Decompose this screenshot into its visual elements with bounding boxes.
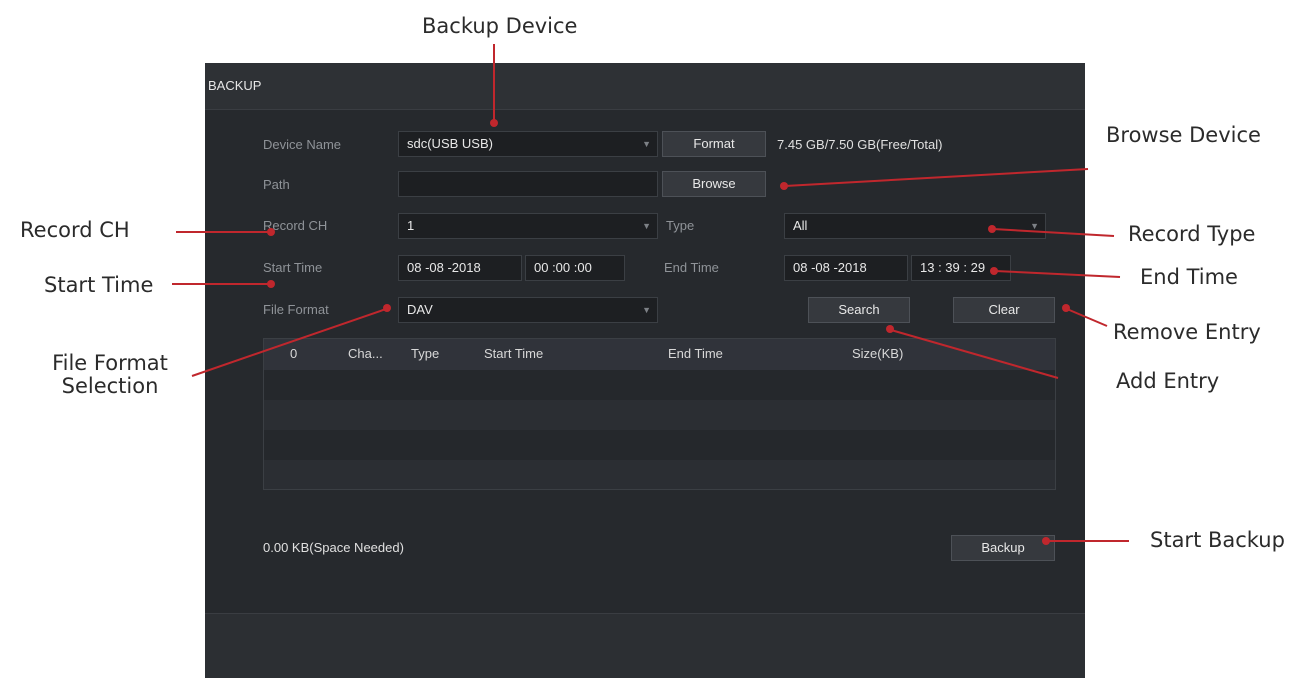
end-date-field[interactable]: 08 -08 -2018: [784, 255, 908, 281]
end-time-label: End Time: [664, 260, 719, 275]
type-label: Type: [666, 218, 695, 233]
dropdown-caret-icon: ▼: [642, 139, 651, 149]
callout-start-time: Start Time: [44, 273, 154, 297]
device-name-label: Device Name: [263, 137, 342, 152]
end-clock-field[interactable]: 13 : 39 : 29: [911, 255, 1011, 281]
column-header-index[interactable]: 0: [290, 346, 297, 361]
table-row: [264, 400, 1055, 430]
callout-record-type: Record Type: [1128, 222, 1256, 246]
table-row: [264, 460, 1055, 489]
column-header-channel[interactable]: Cha...: [348, 346, 383, 361]
type-value: All: [793, 218, 808, 233]
device-name-dropdown[interactable]: sdc(USB USB) ▼: [398, 131, 658, 157]
dropdown-caret-icon: ▼: [642, 221, 651, 231]
callout-file-format-selection: File Format Selection: [25, 352, 195, 398]
table-header: 0 Cha... Type Start Time End Time Size(K…: [264, 339, 1055, 370]
start-clock-field[interactable]: 00 :00 :00: [525, 255, 625, 281]
column-header-start-time[interactable]: Start Time: [484, 346, 543, 361]
record-ch-dropdown[interactable]: 1 ▼: [398, 213, 658, 239]
dropdown-caret-icon: ▼: [642, 305, 651, 315]
start-date-field[interactable]: 08 -08 -2018: [398, 255, 522, 281]
record-ch-value: 1: [407, 218, 415, 233]
callout-file-format-line2: Selection: [61, 374, 159, 398]
callout-add-entry: Add Entry: [1116, 369, 1220, 393]
device-name-value: sdc(USB USB): [407, 136, 493, 151]
type-dropdown[interactable]: All ▼: [784, 213, 1046, 239]
callout-browse-device: Browse Device: [1106, 123, 1261, 147]
record-ch-label: Record CH: [263, 218, 328, 233]
search-button[interactable]: Search: [808, 297, 910, 323]
panel-footer: [205, 613, 1085, 678]
space-needed: 0.00 KB(Space Needed): [263, 540, 404, 555]
capacity-info: 7.45 GB/7.50 GB(Free/Total): [777, 137, 943, 152]
file-format-value: DAV: [407, 302, 433, 317]
panel-title: BACKUP: [208, 78, 262, 93]
callout-start-backup: Start Backup: [1150, 528, 1285, 552]
clear-button[interactable]: Clear: [953, 297, 1055, 323]
column-header-size[interactable]: Size(KB): [852, 346, 903, 361]
column-header-type[interactable]: Type: [411, 346, 439, 361]
panel-header: BACKUP: [205, 63, 1085, 110]
backup-panel: BACKUP Device Name sdc(USB USB) ▼ Format…: [205, 63, 1085, 678]
callout-file-format-line1: File Format: [52, 351, 168, 375]
browse-button[interactable]: Browse: [662, 171, 766, 197]
column-header-end-time[interactable]: End Time: [668, 346, 723, 361]
backup-file-table[interactable]: 0 Cha... Type Start Time End Time Size(K…: [263, 338, 1056, 490]
file-format-dropdown[interactable]: DAV ▼: [398, 297, 658, 323]
format-button[interactable]: Format: [662, 131, 766, 157]
callout-record-ch: Record CH: [20, 218, 130, 242]
start-time-label: Start Time: [263, 260, 323, 275]
file-format-label: File Format: [263, 302, 329, 317]
backup-button[interactable]: Backup: [951, 535, 1055, 561]
dropdown-caret-icon: ▼: [1030, 221, 1039, 231]
table-row: [264, 370, 1055, 400]
callout-backup-device: Backup Device: [422, 14, 578, 38]
path-label: Path: [263, 177, 290, 192]
path-field[interactable]: [398, 171, 658, 197]
table-row: [264, 430, 1055, 460]
callout-remove-entry: Remove Entry: [1113, 320, 1261, 344]
callout-end-time: End Time: [1140, 265, 1238, 289]
